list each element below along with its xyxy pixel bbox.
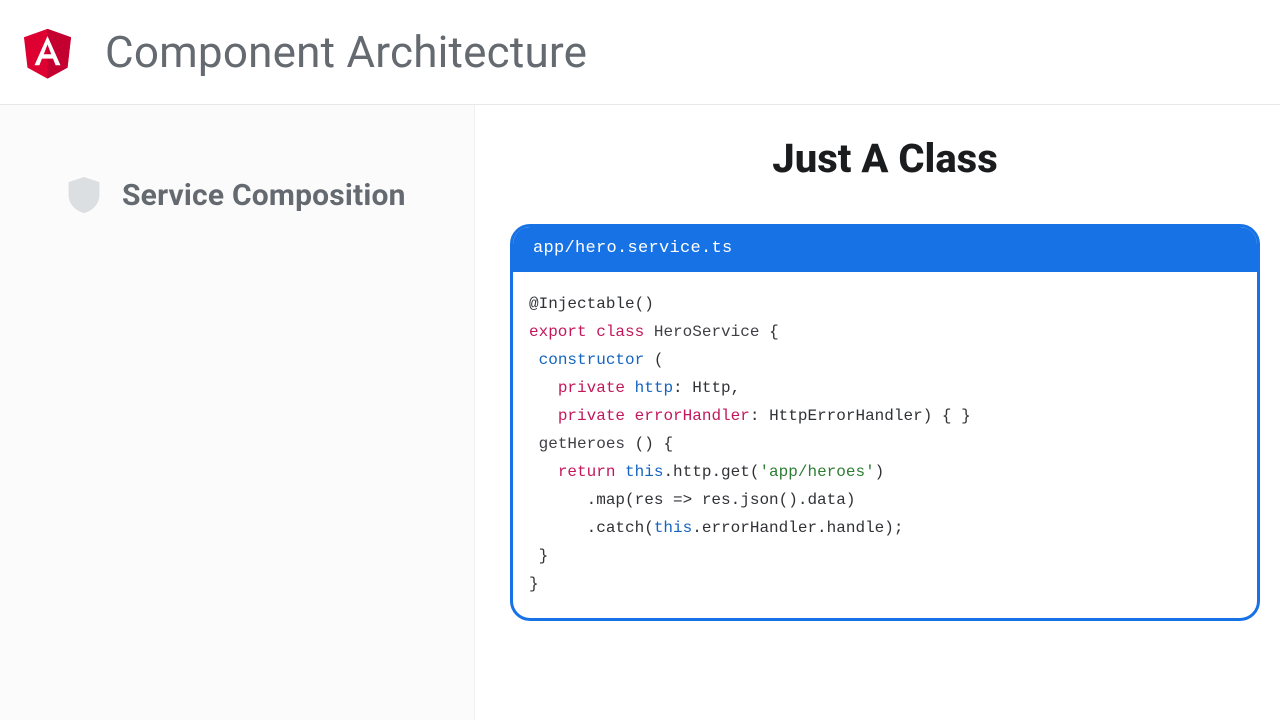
code-kw: private <box>558 407 625 425</box>
code-kw: class <box>596 323 644 341</box>
code-text: } <box>529 575 539 593</box>
code-text: () { <box>625 435 673 453</box>
sidebar: Service Composition <box>0 105 475 720</box>
code-text: : HttpErrorHandler) { } <box>750 407 971 425</box>
code-kw: private <box>558 379 625 397</box>
code-line: @Injectable() <box>529 295 654 313</box>
code-prop: errorHandler <box>635 407 750 425</box>
code-file-path: app/hero.service.ts <box>513 227 1257 272</box>
code-text: : Http, <box>673 379 740 397</box>
code-fn: getHeroes <box>539 435 625 453</box>
code-str: 'app/heroes' <box>759 463 874 481</box>
code-this: this <box>625 463 663 481</box>
angular-logo-icon <box>20 23 75 81</box>
code-prop: http <box>635 379 673 397</box>
content-heading: Just A Class <box>510 135 1260 182</box>
code-text: .errorHandler.handle); <box>692 519 903 537</box>
page-header: Component Architecture <box>0 0 1280 105</box>
sidebar-item-label: Service Composition <box>122 178 406 213</box>
code-card: app/hero.service.ts @Injectable() export… <box>510 224 1260 621</box>
code-text: ( <box>644 351 663 369</box>
body-container: Service Composition Just A Class app/her… <box>0 105 1280 720</box>
shield-icon <box>68 177 100 213</box>
code-text: .map(res => res.json().data) <box>587 491 856 509</box>
code-kw: export <box>529 323 587 341</box>
main-content: Just A Class app/hero.service.ts @Inject… <box>475 105 1280 720</box>
code-text: } <box>539 547 549 565</box>
code-text: ) <box>875 463 885 481</box>
code-text: .http.get( <box>663 463 759 481</box>
code-type: HeroService <box>654 323 760 341</box>
page-title: Component Architecture <box>105 26 587 78</box>
code-kw: return <box>558 463 616 481</box>
code-ctor: constructor <box>539 351 645 369</box>
code-this: this <box>654 519 692 537</box>
code-text: { <box>759 323 778 341</box>
sidebar-item-service-composition[interactable]: Service Composition <box>68 177 434 213</box>
code-block: @Injectable() export class HeroService {… <box>513 272 1257 618</box>
code-text: .catch( <box>587 519 654 537</box>
